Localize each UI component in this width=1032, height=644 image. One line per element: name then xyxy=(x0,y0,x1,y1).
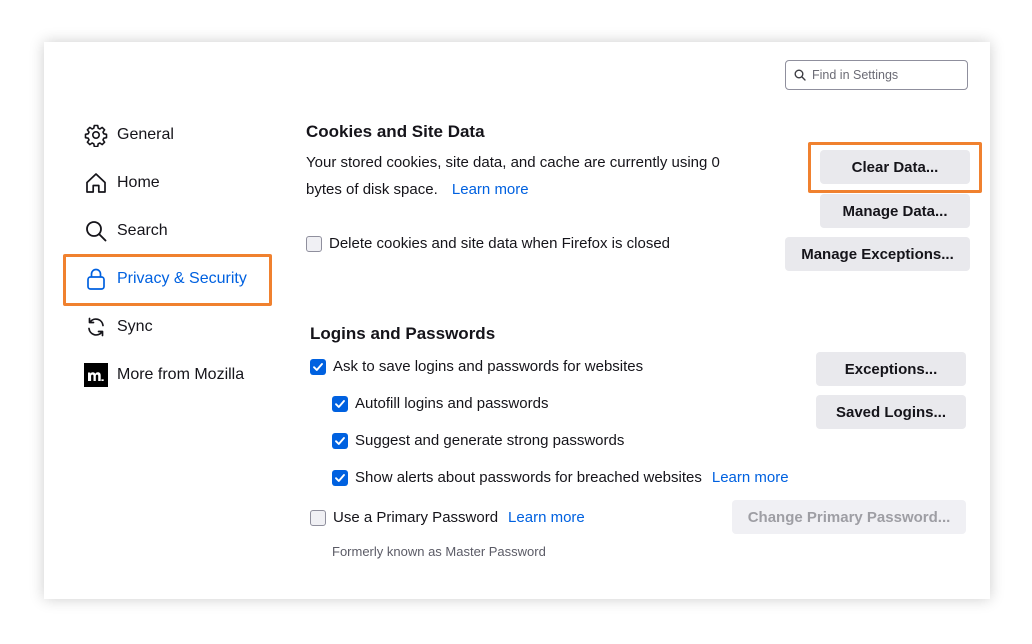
gear-icon xyxy=(84,123,108,147)
delete-cookies-on-close-row[interactable]: Delete cookies and site data when Firefo… xyxy=(306,235,670,252)
ask-save-logins-checkbox[interactable] xyxy=(310,358,326,375)
cookies-learn-more-link[interactable]: Learn more xyxy=(452,181,529,198)
checkbox-label: Delete cookies and site data when Firefo… xyxy=(329,235,671,252)
checkbox-label: Use a Primary Password xyxy=(333,509,499,526)
checkbox-label: Ask to save logins and passwords for web… xyxy=(333,358,644,375)
clear-data-button[interactable]: Clear Data... xyxy=(820,150,970,184)
autofill-logins-checkbox[interactable] xyxy=(332,395,348,412)
ask-save-logins-row[interactable]: Ask to save logins and passwords for web… xyxy=(310,358,643,375)
breach-alerts-checkbox[interactable] xyxy=(332,469,348,486)
sidebar-item-search[interactable]: Search xyxy=(84,216,168,246)
lock-icon xyxy=(84,267,108,291)
sidebar-item-privacy-security[interactable]: Privacy & Security xyxy=(84,264,247,294)
search-input[interactable] xyxy=(812,66,962,84)
suggest-passwords-checkbox[interactable] xyxy=(332,432,348,449)
cookies-heading: Cookies and Site Data xyxy=(306,122,485,141)
checkmark-icon xyxy=(335,473,345,482)
sidebar-item-label: Sync xyxy=(117,318,153,335)
breach-alerts-row[interactable]: Show alerts about passwords for breached… xyxy=(332,469,789,486)
primary-password-learn-more-link[interactable]: Learn more xyxy=(508,509,585,526)
change-primary-password-button[interactable]: Change Primary Password... xyxy=(732,500,966,534)
saved-logins-button[interactable]: Saved Logins... xyxy=(816,395,966,429)
find-in-settings-field[interactable] xyxy=(785,60,968,90)
sidebar-item-label: Privacy & Security xyxy=(117,270,247,287)
sidebar-item-label: Home xyxy=(117,174,160,191)
sidebar-item-general[interactable]: General xyxy=(84,120,174,150)
sidebar-item-more-from-mozilla[interactable]: More from Mozilla xyxy=(84,360,244,390)
sidebar-item-label: Search xyxy=(117,222,168,239)
search-icon xyxy=(84,219,108,243)
autofill-logins-row[interactable]: Autofill logins and passwords xyxy=(332,395,548,412)
sync-icon xyxy=(84,315,108,339)
manage-data-button[interactable]: Manage Data... xyxy=(820,194,970,228)
home-icon xyxy=(84,171,108,195)
cookies-usage-text: bytes of disk space. xyxy=(306,181,438,198)
cookies-usage-text-line1: Your stored cookies, site data, and cach… xyxy=(306,154,720,171)
formerly-master-password-note: Formerly known as Master Password xyxy=(332,544,546,559)
checkmark-icon xyxy=(335,436,345,445)
checkbox-label: Suggest and generate strong passwords xyxy=(355,432,625,449)
login-exceptions-button[interactable]: Exceptions... xyxy=(816,352,966,386)
cookies-usage-text-line2: bytes of disk space. Learn more xyxy=(306,181,529,198)
checkmark-icon xyxy=(313,362,323,371)
sidebar-item-label: General xyxy=(117,126,174,143)
mozilla-logo-icon xyxy=(84,363,108,387)
suggest-passwords-row[interactable]: Suggest and generate strong passwords xyxy=(332,432,624,449)
manage-exceptions-button[interactable]: Manage Exceptions... xyxy=(785,237,970,271)
sidebar-item-sync[interactable]: Sync xyxy=(84,312,153,342)
primary-password-row[interactable]: Use a Primary Password Learn more xyxy=(310,509,585,526)
logins-heading: Logins and Passwords xyxy=(310,324,496,343)
primary-password-checkbox[interactable] xyxy=(310,509,326,526)
delete-cookies-checkbox[interactable] xyxy=(306,235,322,252)
checkmark-icon xyxy=(335,399,345,408)
sidebar-item-home[interactable]: Home xyxy=(84,168,160,198)
checkbox-label: Show alerts about passwords for breached… xyxy=(355,469,702,486)
sidebar-item-label: More from Mozilla xyxy=(117,366,245,383)
magnifier-icon xyxy=(794,69,806,81)
breach-alerts-learn-more-link[interactable]: Learn more xyxy=(712,469,789,486)
checkbox-label: Autofill logins and passwords xyxy=(355,395,549,412)
